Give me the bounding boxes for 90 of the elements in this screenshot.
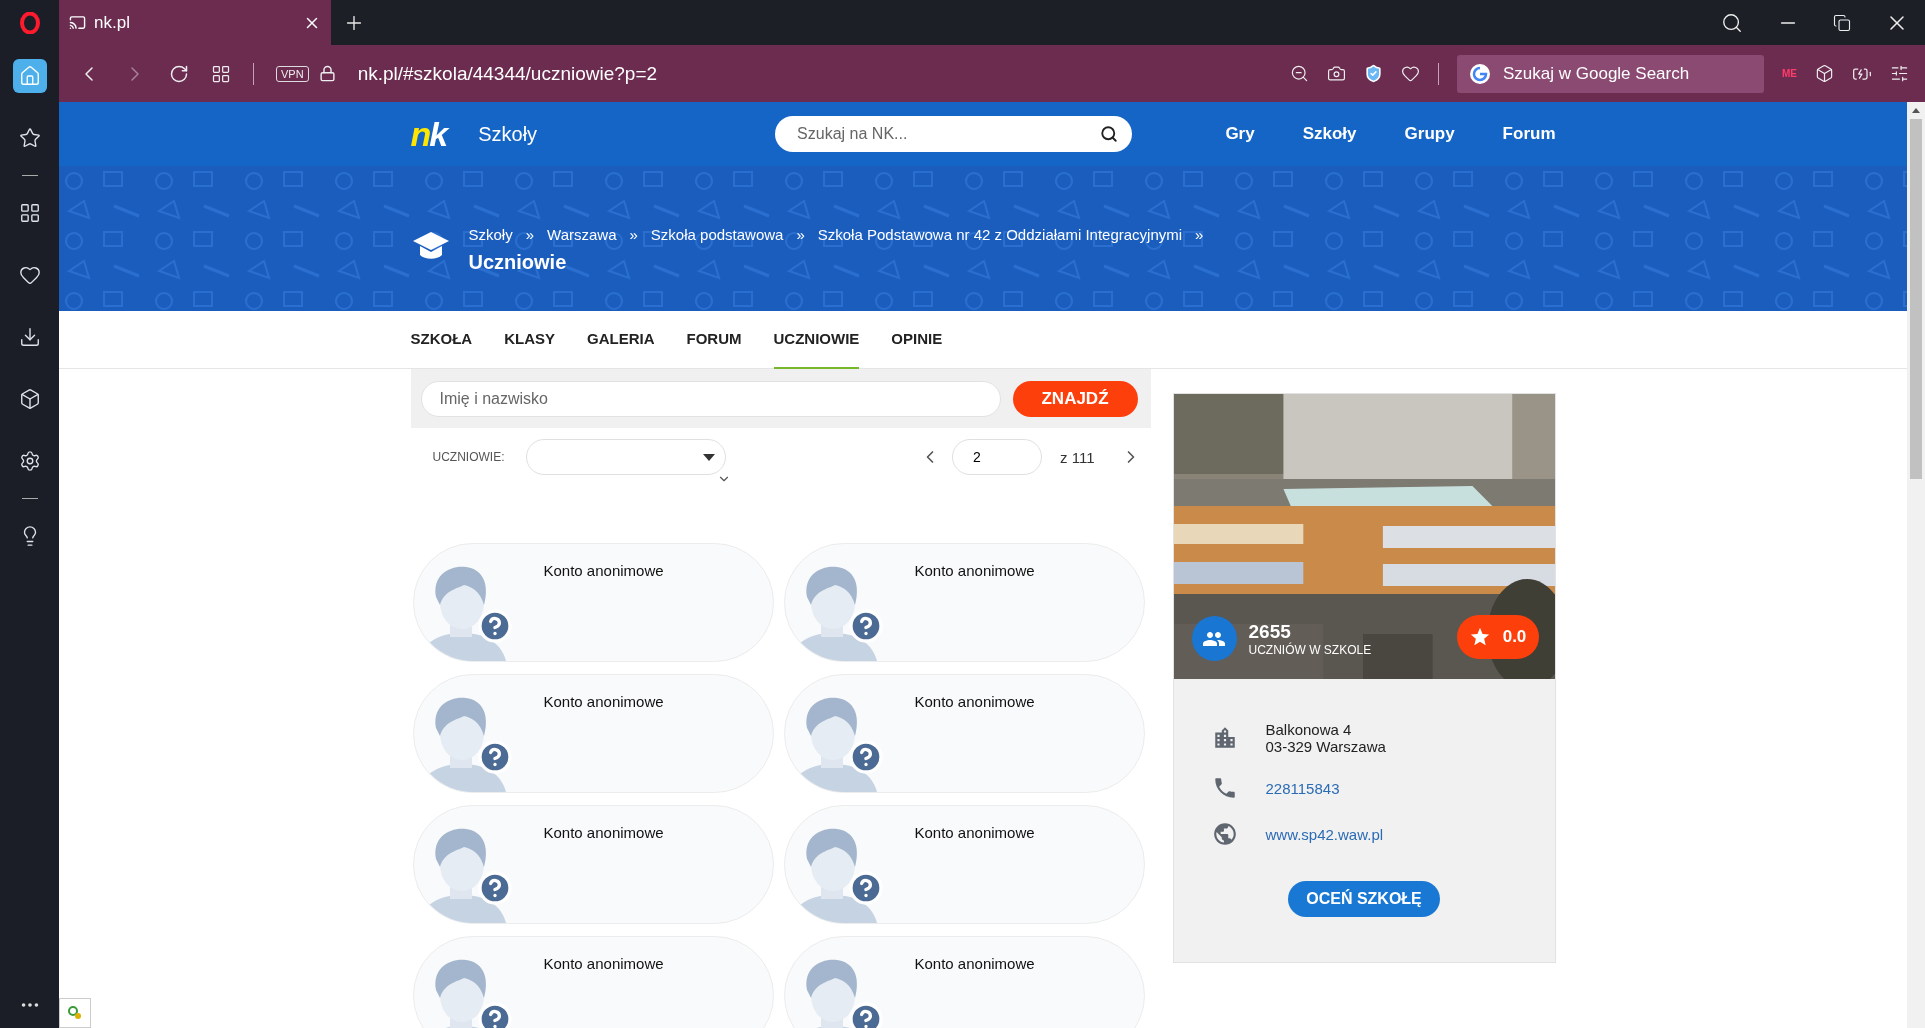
lock-icon[interactable] xyxy=(318,65,336,82)
restore-icon[interactable] xyxy=(1833,13,1851,32)
address-line: 03-329 Warszawa xyxy=(1265,738,1386,755)
student-card[interactable]: Konto anonimowe xyxy=(783,936,1145,1028)
student-card[interactable]: Konto anonimowe xyxy=(412,936,774,1028)
download-icon xyxy=(18,326,41,348)
find-button[interactable]: ZNAJDŹ xyxy=(1012,380,1138,417)
help-icon xyxy=(476,870,513,906)
nav-link[interactable]: Forum xyxy=(1502,124,1556,144)
page-total: z 111 xyxy=(1060,448,1095,466)
help-icon xyxy=(847,1001,884,1028)
address-line: Balkonowa 4 xyxy=(1265,721,1353,738)
student-name[interactable]: Konto anonimowe xyxy=(543,562,664,580)
student-name[interactable]: Konto anonimowe xyxy=(543,955,664,973)
help-icon xyxy=(847,608,884,644)
zoom-out-icon[interactable] xyxy=(1290,64,1309,83)
breadcrumb-link[interactable]: Warszawa xyxy=(547,226,617,243)
student-card[interactable]: Konto anonimowe xyxy=(412,674,774,793)
page-tab[interactable]: SZKOŁA xyxy=(410,310,473,369)
breadcrumb-separator: » xyxy=(525,226,535,243)
breadcrumb-separator: » xyxy=(796,226,805,243)
cube-icon[interactable] xyxy=(1815,64,1834,83)
camera-icon[interactable] xyxy=(1327,64,1346,83)
google-icon xyxy=(1469,62,1491,85)
page-tab[interactable]: GALERIA xyxy=(587,310,655,369)
student-name[interactable]: Konto anonimowe xyxy=(914,562,1035,580)
nav-link[interactable]: Grupy xyxy=(1404,124,1455,144)
student-card[interactable]: Konto anonimowe xyxy=(412,543,774,662)
nav-link[interactable]: Gry xyxy=(1225,124,1255,144)
website-link[interactable]: www.sp42.waw.pl xyxy=(1265,825,1384,843)
grid-icon[interactable] xyxy=(211,63,231,84)
heart-icon[interactable] xyxy=(1401,64,1420,83)
help-icon xyxy=(476,739,513,775)
section-title[interactable]: Szkoły xyxy=(478,122,538,146)
caret-icon xyxy=(702,453,715,461)
rate-school-button[interactable]: OCEŃ SZKOŁĘ xyxy=(1288,881,1440,917)
grid-icon xyxy=(18,202,41,224)
heart-icon xyxy=(18,264,41,286)
page-title: Uczniowie xyxy=(468,251,568,274)
search-icon xyxy=(1100,125,1119,143)
page-field[interactable]: 2 xyxy=(952,439,1043,475)
nav-link[interactable]: Szkoły xyxy=(1302,124,1357,144)
search-input[interactable]: Szukaj w Google Search xyxy=(1501,62,1752,85)
student-card[interactable]: Konto anonimowe xyxy=(412,805,774,924)
breadcrumb-separator: » xyxy=(629,226,638,243)
page-tab[interactable]: KLASY xyxy=(504,310,555,369)
phone-link[interactable]: 228115843 xyxy=(1265,779,1340,797)
browser-tab[interactable]: nk.pl xyxy=(59,0,331,45)
student-card[interactable]: Konto anonimowe xyxy=(783,805,1145,924)
breadcrumb-link[interactable]: Szkoła Podstawowa nr 42 z Oddziałami Integracyjnymi xyxy=(817,226,1183,243)
search-field[interactable]: Szukaj na NK... xyxy=(775,116,1133,152)
breadcrumb-link[interactable]: Szkoła podstawowa xyxy=(650,226,784,243)
star-icon xyxy=(18,127,41,149)
cube-icon xyxy=(18,388,41,410)
students-count: 2655 xyxy=(1248,620,1292,642)
breadcrumb-link[interactable]: Szkoły xyxy=(468,226,513,243)
student-name[interactable]: Konto anonimowe xyxy=(543,693,664,711)
help-icon xyxy=(476,1001,513,1028)
page-tab[interactable]: FORUM xyxy=(686,310,742,369)
breadcrumb-separator: » xyxy=(1195,226,1204,243)
search-icon[interactable] xyxy=(1721,11,1743,34)
scrollbar[interactable] xyxy=(1907,102,1925,1028)
home-icon xyxy=(18,65,41,87)
star-icon xyxy=(1468,626,1491,648)
help-icon xyxy=(476,608,513,644)
vpn-badge[interactable]: VPN xyxy=(276,65,309,82)
student-name[interactable]: Konto anonimowe xyxy=(914,824,1035,842)
settings-icon[interactable] xyxy=(1890,64,1909,83)
student-card[interactable]: Konto anonimowe xyxy=(783,674,1145,793)
logo[interactable]: nk xyxy=(410,114,447,154)
settings-icon xyxy=(18,450,41,472)
help-icon xyxy=(847,870,884,906)
cast-icon xyxy=(69,14,86,31)
globe-icon xyxy=(1211,821,1238,847)
help-icon xyxy=(847,739,884,775)
student-name[interactable]: Konto anonimowe xyxy=(543,824,664,842)
search-field[interactable]: Szukaj w Google Search xyxy=(1457,54,1764,93)
student-name[interactable]: Konto anonimowe xyxy=(914,955,1035,973)
student-name[interactable]: Konto anonimowe xyxy=(914,693,1035,711)
student-card[interactable]: Konto anonimowe xyxy=(783,543,1145,662)
reload-icon[interactable] xyxy=(169,63,189,84)
name-search-field[interactable]: Imię i nazwisko xyxy=(420,380,1001,417)
sidebar-item[interactable] xyxy=(12,59,47,93)
extension-status-icon[interactable] xyxy=(59,998,91,1028)
shield-icon[interactable] xyxy=(1364,64,1383,83)
students-caption: UCZNIÓW W SZKOLE xyxy=(1248,642,1372,657)
address-field[interactable]: nk.pl/#szkola/44344/uczniowie?p=2 xyxy=(357,62,658,85)
filter-label: UCZNIOWIE: xyxy=(432,450,506,464)
page-tab[interactable]: OPINIE xyxy=(891,310,943,369)
opera-logo-icon[interactable] xyxy=(19,11,40,34)
